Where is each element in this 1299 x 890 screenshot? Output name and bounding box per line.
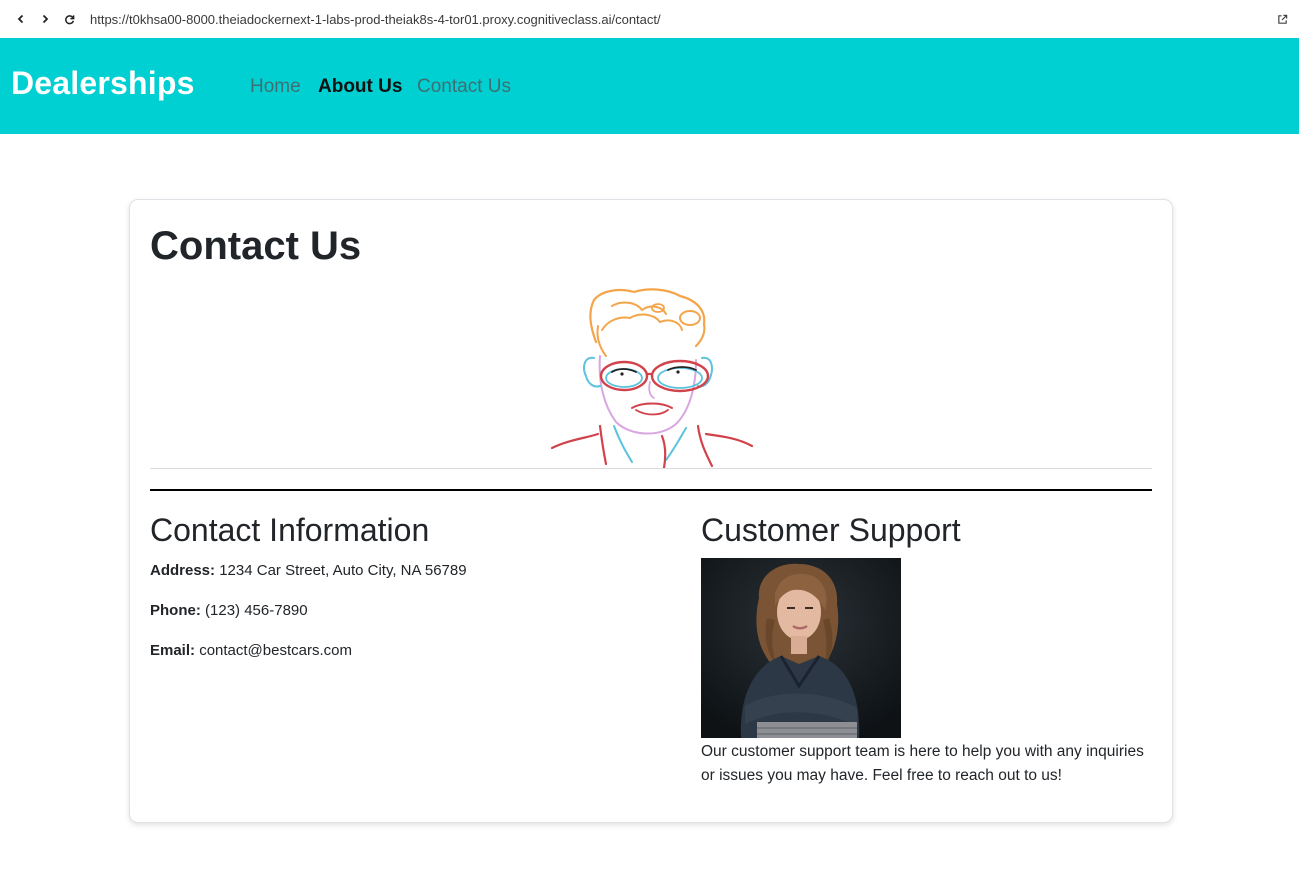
address-line: Address: 1234 Car Street, Auto City, NA … [150,562,467,579]
divider-thin [150,468,1152,469]
email-label: Email: [150,642,196,659]
contact-card: Contact Us Contact Information Address: … [129,199,1173,823]
address-bar-url[interactable]: https://t0khsa00-8000.theiadockernext-1-… [90,12,661,27]
open-external-icon [1277,14,1287,24]
open-external-button[interactable] [1275,12,1289,26]
back-icon [17,14,24,24]
customer-support-heading: Customer Support [701,512,961,548]
reload-button[interactable] [60,10,78,28]
divider-thick [150,489,1152,491]
forward-button[interactable] [36,10,54,28]
nav-home-link[interactable]: Home [250,76,301,98]
app-header: Dealerships Home About Us Contact Us [0,38,1299,134]
phone-label: Phone: [150,602,201,619]
address-label: Address: [150,562,216,579]
phone-line: Phone: (123) 456-7890 [150,602,308,619]
back-button[interactable] [12,10,30,28]
person-line-art-illustration [550,288,754,468]
reload-icon [64,14,74,24]
forward-icon [42,14,49,24]
address-value: 1234 Car Street, Auto City, NA 56789 [219,562,467,579]
support-agent-photo [701,558,901,738]
nav-about-us-link[interactable]: About Us [318,76,402,98]
email-line: Email: contact@bestcars.com [150,642,352,659]
support-description: Our customer support team is here to hel… [701,743,1144,784]
browser-toolbar: https://t0khsa00-8000.theiadockernext-1-… [0,0,1299,38]
phone-value: (123) 456-7890 [205,602,308,619]
nav-contact-us-link[interactable]: Contact Us [417,76,511,98]
page-title: Contact Us [150,224,362,268]
contact-information-heading: Contact Information [150,512,430,548]
email-value: contact@bestcars.com [199,642,352,659]
brand-title[interactable]: Dealerships [11,65,195,102]
